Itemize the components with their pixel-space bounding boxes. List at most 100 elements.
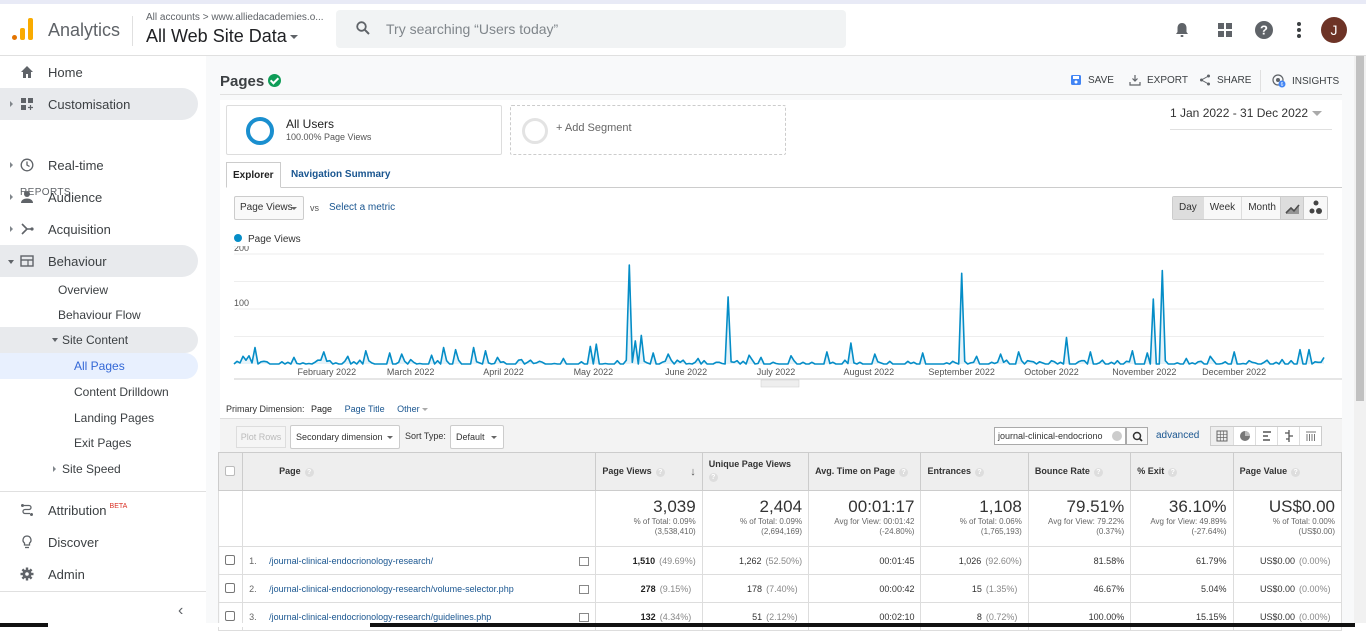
advanced-filter-link[interactable]: advanced: [1156, 430, 1199, 441]
col-exit[interactable]: % Exit?: [1130, 452, 1234, 491]
tab-explorer[interactable]: Explorer: [226, 162, 281, 188]
page-views-chart[interactable]: 200 100 February 2022 March 2022 April 2022 M…: [220, 246, 1342, 396]
date-range-picker[interactable]: 1 Jan 2022 - 31 Dec 2022: [1170, 106, 1332, 130]
segment-all-users[interactable]: All Users 100.00% Page Views: [226, 105, 502, 155]
save-button[interactable]: SAVE: [1070, 74, 1114, 86]
sidebar-item-exit-pages[interactable]: Exit Pages: [0, 430, 198, 456]
sidebar-item-customisation[interactable]: Customisation: [0, 88, 198, 120]
plot-rows-button[interactable]: Plot Rows: [236, 426, 286, 448]
search-input[interactable]: Try searching “Users today”: [336, 10, 846, 48]
sidebar-item-acquisition[interactable]: Acquisition: [0, 213, 198, 245]
account-breadcrumb[interactable]: All accounts > www.alliedacademies.o...: [146, 12, 324, 23]
comparison-icon: [1285, 430, 1293, 442]
comparison-view-button[interactable]: [1277, 427, 1299, 445]
pivot-view-button[interactable]: [1299, 427, 1321, 445]
primary-dimension-other[interactable]: Other: [397, 404, 428, 414]
sort-type-dropdown[interactable]: Default: [450, 425, 504, 449]
table-filter-input[interactable]: journal-clinical-endocriono: [994, 427, 1126, 445]
user-avatar[interactable]: J: [1321, 17, 1347, 43]
export-button[interactable]: EXPORT: [1129, 74, 1188, 86]
analytics-logo-icon[interactable]: [12, 18, 34, 40]
col-unique-page-views[interactable]: Unique Page Views?: [701, 452, 810, 491]
pie-view-button[interactable]: [1233, 427, 1255, 445]
help-icon[interactable]: ?: [1093, 468, 1103, 477]
col-entrances[interactable]: Entrances?: [920, 452, 1029, 491]
secondary-dimension-dropdown[interactable]: Secondary dimension: [290, 425, 400, 449]
sidebar-item-realtime[interactable]: Real-time: [0, 149, 198, 181]
primary-dimension-page-title[interactable]: Page Title: [345, 404, 385, 414]
motion-chart-button[interactable]: [1304, 197, 1327, 219]
apps-grid-icon[interactable]: [1215, 20, 1235, 40]
help-icon[interactable]: ?: [899, 468, 909, 477]
sidebar-item-attribution[interactable]: Attribution BETA: [0, 494, 198, 526]
help-icon[interactable]: ?: [708, 473, 718, 482]
sidebar-item-landing-pages[interactable]: Landing Pages: [0, 405, 198, 431]
sidebar-item-home[interactable]: Home: [0, 56, 198, 88]
clear-filter-icon[interactable]: [1112, 431, 1122, 441]
open-page-icon[interactable]: [579, 612, 590, 622]
week-button[interactable]: Week: [1202, 197, 1242, 219]
line-chart-button[interactable]: [1281, 197, 1304, 219]
sidebar-item-content-drilldown[interactable]: Content Drilldown: [0, 379, 198, 405]
performance-view-button[interactable]: [1255, 427, 1277, 445]
open-page-icon[interactable]: [579, 584, 590, 594]
row-checkbox[interactable]: [225, 554, 235, 565]
help-icon[interactable]: ?: [1291, 468, 1301, 477]
sidebar-label: Site Content: [62, 333, 129, 347]
page-views-cell: 1,510 (49.69%): [595, 546, 703, 575]
x-tick-label: November 2022: [1112, 367, 1176, 377]
row-checkbox[interactable]: [225, 582, 235, 593]
cell-value: US$0.00: [1259, 611, 1295, 622]
page-link[interactable]: /journal-clinical-endocrionology-researc…: [269, 556, 433, 566]
row-checkbox[interactable]: [225, 610, 235, 621]
filter-search-button[interactable]: [1126, 427, 1148, 445]
month-button[interactable]: Month: [1241, 197, 1282, 219]
add-segment-button[interactable]: + Add Segment: [510, 105, 786, 155]
bell-icon[interactable]: [1172, 20, 1192, 40]
sidebar-label: Exit Pages: [74, 436, 132, 450]
x-tick-label: August 2022: [844, 367, 895, 377]
sidebar-item-all-pages[interactable]: All Pages: [0, 353, 198, 379]
day-button[interactable]: Day: [1173, 197, 1203, 219]
insights-button[interactable]: 6 INSIGHTS: [1272, 74, 1339, 88]
col-avg-time[interactable]: Avg. Time on Page?: [808, 452, 922, 491]
page-link[interactable]: /journal-clinical-endocrionology-researc…: [269, 584, 514, 594]
open-page-icon[interactable]: [579, 556, 590, 566]
more-vert-icon[interactable]: [1289, 20, 1309, 40]
cell-pct: (92.60%): [985, 555, 1022, 566]
page-scrollbar[interactable]: [1354, 56, 1366, 627]
help-icon[interactable]: ?: [655, 467, 665, 477]
col-page-value[interactable]: Page Value?: [1232, 452, 1343, 491]
sidebar-label: Admin: [48, 566, 85, 582]
sidebar-item-admin[interactable]: Admin: [0, 558, 198, 590]
pages-table: Page? Page Views? ↓ Unique Page Views? Av…: [217, 452, 1343, 631]
bubble-chart-icon: [1309, 200, 1322, 214]
sidebar-item-behaviour[interactable]: Behaviour: [0, 245, 198, 277]
col-bounce-rate[interactable]: Bounce Rate?: [1027, 452, 1132, 491]
row-number: 1.: [249, 555, 257, 566]
sidebar-item-discover[interactable]: Discover: [0, 526, 198, 558]
sidebar-item-site-content[interactable]: Site Content: [0, 327, 198, 353]
metric-dropdown[interactable]: Page Views: [234, 196, 304, 220]
col-page[interactable]: Page?: [242, 452, 597, 491]
tab-navigation-summary[interactable]: Navigation Summary: [285, 162, 396, 188]
collapse-sidebar-button[interactable]: ‹: [0, 591, 206, 627]
help-icon[interactable]: ?: [304, 468, 314, 477]
sort-descending-icon[interactable]: ↓: [690, 466, 696, 478]
help-icon[interactable]: ?: [975, 468, 984, 477]
secondary-dimension-label: Secondary dimension: [296, 432, 383, 442]
page-title: Pages: [220, 73, 282, 90]
view-selector[interactable]: All Web Site Data: [146, 26, 298, 47]
share-button[interactable]: SHARE: [1199, 74, 1251, 86]
help-icon[interactable]: ?: [1254, 20, 1274, 40]
select-metric-link[interactable]: Select a metric: [329, 202, 395, 213]
col-page-views[interactable]: Page Views? ↓: [595, 452, 703, 491]
sidebar-item-site-speed[interactable]: Site Speed: [0, 456, 198, 482]
scrollbar-thumb[interactable]: [1356, 56, 1364, 401]
total-entrances: 1,108% of Total: 0.06% (1,765,193): [920, 490, 1029, 547]
help-icon[interactable]: ?: [1168, 468, 1178, 477]
page-link[interactable]: /journal-clinical-endocrionology-researc…: [269, 612, 491, 622]
sidebar-item-audience[interactable]: Audience: [0, 181, 198, 213]
select-all-checkbox[interactable]: [225, 465, 235, 476]
data-view-button[interactable]: [1211, 427, 1233, 445]
